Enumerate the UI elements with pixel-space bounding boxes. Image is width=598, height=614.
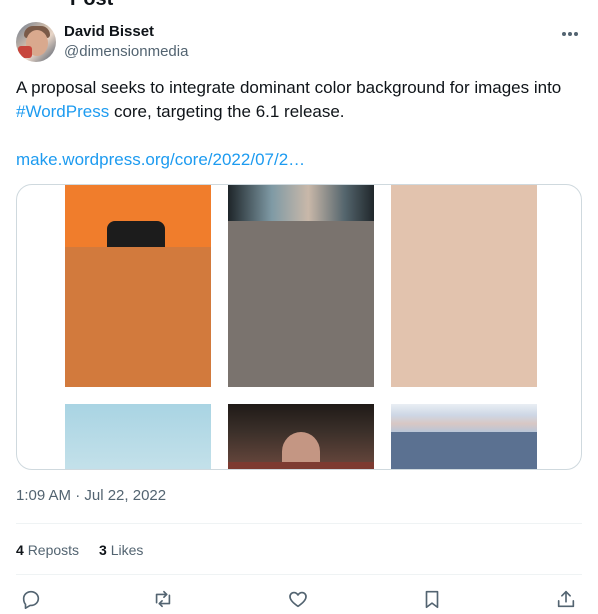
post-stats: 4 Reposts 3 Likes: [16, 540, 143, 560]
post-timestamp[interactable]: 1:09 AM · Jul 22, 2022: [16, 486, 166, 506]
likes-stat[interactable]: 3 Likes: [99, 540, 143, 560]
post-header: David Bisset @dimensionmedia: [16, 22, 582, 64]
display-name[interactable]: David Bisset: [64, 22, 188, 42]
media-tile-sunset-sky: [391, 404, 537, 432]
reply-icon[interactable]: [20, 588, 42, 610]
media-tile-beige: [391, 185, 537, 387]
media-tile-slate: [391, 432, 537, 469]
media-card[interactable]: [16, 184, 582, 470]
divider-top: [16, 523, 582, 524]
likes-count: 3: [99, 542, 107, 558]
post-text-part1: A proposal seeks to integrate dominant c…: [16, 78, 562, 97]
post-link[interactable]: make.wordpress.org/core/2022/07/2…: [16, 150, 305, 169]
like-icon[interactable]: [287, 588, 309, 610]
media-tile-city: [228, 185, 374, 221]
media-tile-sky: [65, 404, 211, 469]
reposts-label: Reposts: [27, 542, 80, 558]
post-link-container: make.wordpress.org/core/2022/07/2…: [16, 148, 305, 172]
media-tile-orange-phone: [65, 185, 211, 251]
handle[interactable]: @dimensionmedia: [64, 42, 188, 62]
avatar[interactable]: [16, 22, 56, 62]
share-icon[interactable]: [555, 588, 577, 610]
action-bar: [16, 588, 582, 614]
post-text: A proposal seeks to integrate dominant c…: [16, 76, 586, 124]
media-tile-portrait: [228, 404, 374, 469]
reposts-stat[interactable]: 4 Reposts: [16, 540, 79, 560]
hashtag-link[interactable]: #WordPress: [16, 102, 109, 121]
media-tile-gray: [228, 221, 374, 387]
repost-icon[interactable]: [152, 588, 174, 610]
divider-bottom: [16, 574, 582, 575]
author-names: David Bisset @dimensionmedia: [64, 22, 188, 62]
page-title-fragment: Post: [70, 0, 113, 11]
likes-label: Likes: [110, 542, 144, 558]
more-icon[interactable]: [558, 24, 582, 44]
post-text-part2: core, targeting the 6.1 release.: [109, 102, 345, 121]
media-tile-orange: [65, 247, 211, 387]
reposts-count: 4: [16, 542, 24, 558]
bookmark-icon[interactable]: [421, 588, 443, 610]
